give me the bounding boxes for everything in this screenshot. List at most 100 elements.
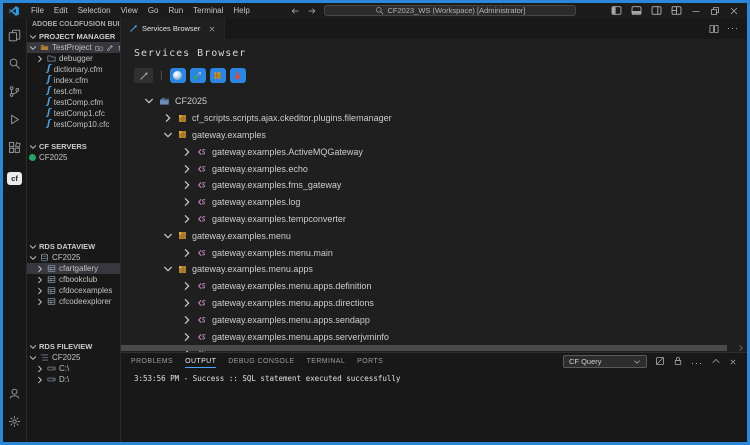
chevron-right-icon[interactable] (36, 365, 44, 373)
chevron-right-icon[interactable] (36, 55, 44, 63)
horizontal-scrollbar[interactable] (121, 344, 747, 352)
chevron-right-icon[interactable] (36, 376, 44, 384)
tree-item-gateway-examples-tempconverter[interactable]: gateway.examples.tempconverter (134, 211, 747, 228)
sidebar-item-testcomp10-cfc[interactable]: ʃtestComp10.cfc (27, 119, 120, 130)
sidebar-item-cf2025[interactable]: CF2025 (27, 252, 120, 263)
menu-view[interactable]: View (116, 6, 143, 15)
activity-run-and-debug[interactable] (3, 108, 26, 136)
chevron-right-icon[interactable] (182, 197, 192, 207)
chevron-right-icon[interactable] (36, 298, 44, 306)
chevron-right-icon[interactable] (163, 113, 173, 123)
chevron-right-icon[interactable] (182, 147, 192, 157)
close-icon[interactable] (729, 6, 739, 16)
sidebar-item-cf2025[interactable]: CF2025 (27, 152, 120, 163)
maximize-panel-icon[interactable] (711, 353, 721, 371)
tree-item-gateway-examples-menu-apps-sendapp[interactable]: gateway.examples.menu.apps.sendapp (134, 311, 747, 328)
section-header-rds-dataview[interactable]: RDS DATAVIEW (27, 241, 120, 252)
activity-search[interactable] (3, 52, 26, 80)
chevron-right-icon[interactable] (182, 315, 192, 325)
clear-output-icon[interactable] (655, 353, 665, 371)
tree-item-gateway-examples-fms-gateway[interactable]: gateway.examples.fms_gateway (134, 177, 747, 194)
chevron-down-icon[interactable] (163, 231, 173, 241)
tree-item-cf2025[interactable]: CF2025 (134, 93, 747, 110)
command-center[interactable]: CF2023_WS (Workspace) [Administrator] (324, 5, 576, 16)
panel-tab-debug-console[interactable]: DEBUG CONSOLE (228, 355, 294, 368)
chevron-down-icon[interactable] (29, 354, 37, 362)
chevron-down-icon[interactable] (163, 264, 173, 274)
split-editor-icon[interactable] (709, 24, 719, 34)
tab-services-browser[interactable]: Services Browser (121, 18, 225, 39)
chevron-down-icon[interactable] (29, 343, 37, 351)
chevron-down-icon[interactable] (29, 254, 37, 262)
chevron-right-icon[interactable] (182, 248, 192, 258)
tree-item-gateway-examples-menu-main[interactable]: gateway.examples.menu.main (134, 244, 747, 261)
activity-extensions[interactable] (3, 136, 26, 164)
tree-item-gateway-examples-activemqgateway[interactable]: gateway.examples.ActiveMQGateway (134, 143, 747, 160)
magic-wand-button[interactable] (134, 68, 153, 83)
sidebar-item-debugger[interactable]: debugger (27, 53, 120, 64)
tree-item-gateway-examples-menu-apps-definition[interactable]: gateway.examples.menu.apps.definition (134, 278, 747, 295)
activity-settings[interactable] (3, 410, 26, 438)
customize-layout-icon[interactable] (671, 5, 682, 16)
chevron-right-icon[interactable] (182, 281, 192, 291)
tree-item-gateway-examples-menu-apps-serverjvminfo[interactable]: gateway.examples.menu.apps.serverjvminfo (134, 328, 747, 345)
sidebar-item-cfcodeexplorer[interactable]: cfcodeexplorer (27, 296, 120, 307)
activity-source-control[interactable] (3, 80, 26, 108)
menu-terminal[interactable]: Terminal (188, 6, 228, 15)
tree-item-gateway-examples-menu-apps-directions[interactable]: gateway.examples.menu.apps.directions (134, 295, 747, 312)
tree-item-gateway-examples-log[interactable]: gateway.examples.log (134, 194, 747, 211)
panel-tab-output[interactable]: OUTPUT (185, 355, 216, 368)
sidebar-item-testproject[interactable]: TestProject (27, 42, 120, 53)
scroll-right-icon[interactable] (737, 344, 745, 352)
activity-accounts[interactable] (3, 382, 26, 410)
activity-coldfusion[interactable]: cf (3, 164, 26, 192)
activity-explorer[interactable] (3, 24, 26, 52)
panel-tab-problems[interactable]: PROBLEMS (131, 355, 173, 368)
section-header-rds-fileview[interactable]: RDS FILEVIEW (27, 341, 120, 352)
chevron-right-icon[interactable] (182, 298, 192, 308)
chevron-right-icon[interactable] (36, 265, 44, 273)
chevron-down-icon[interactable] (29, 44, 37, 52)
tree-item-gateway-examples-menu[interactable]: gateway.examples.menu (134, 227, 747, 244)
scrollbar-thumb[interactable] (121, 345, 727, 351)
more-actions-icon[interactable]: ··· (691, 353, 703, 371)
chevron-right-icon[interactable] (182, 180, 192, 190)
chevron-right-icon[interactable] (182, 332, 192, 342)
sidebar-item-index-cfm[interactable]: ʃindex.cfm (27, 75, 120, 86)
section-header-cf-servers[interactable]: CF SERVERS (27, 141, 120, 152)
sidebar-item-cfdocexamples[interactable]: cfdocexamples (27, 285, 120, 296)
tree-item-gateway-examples-menu-apps[interactable]: gateway.examples.menu.apps (134, 261, 747, 278)
chevron-right-icon[interactable] (36, 276, 44, 284)
tree-item-gateway-examples[interactable]: gateway.examples (134, 127, 747, 144)
panel-tab-ports[interactable]: PORTS (357, 355, 383, 368)
chevron-down-icon[interactable] (29, 33, 37, 41)
chevron-right-icon[interactable] (182, 164, 192, 174)
layout-sidebar-right-icon[interactable] (651, 5, 662, 16)
sidebar-item-c[interactable]: C:\ (27, 363, 120, 374)
red-service-button[interactable] (230, 68, 246, 83)
sidebar-item-cf2025[interactable]: CF2025 (27, 352, 120, 363)
sidebar-item-cfartgallery[interactable]: cfartgallery (27, 263, 120, 274)
chevron-down-icon[interactable] (29, 143, 37, 151)
trash-button[interactable] (117, 44, 120, 52)
new-folder-button[interactable] (95, 44, 103, 52)
sidebar-item-testcomp-cfm[interactable]: ʃtestComp.cfm (27, 97, 120, 108)
editor-more-actions-icon[interactable]: ··· (727, 24, 739, 33)
panel-tab-terminal[interactable]: TERMINAL (307, 355, 346, 368)
output-channel-select[interactable]: CF Query (563, 355, 647, 368)
sidebar-item-testcomp1-cfc[interactable]: ʃtestComp1.cfc (27, 108, 120, 119)
menu-run[interactable]: Run (163, 6, 188, 15)
sphere-service-button[interactable] (170, 68, 186, 83)
chevron-down-icon[interactable] (163, 130, 173, 140)
sidebar-item-cfbookclub[interactable]: cfbookclub (27, 274, 120, 285)
chevron-right-icon[interactable] (182, 214, 192, 224)
section-header-project-manager[interactable]: PROJECT MANAGER (27, 31, 120, 42)
restore-icon[interactable] (710, 6, 720, 16)
sidebar-item-d[interactable]: D:\ (27, 374, 120, 385)
menu-file[interactable]: File (26, 6, 49, 15)
nav-back-icon[interactable] (290, 6, 300, 16)
nav-forward-icon[interactable] (307, 6, 317, 16)
sidebar-item-dictionary-cfm[interactable]: ʃdictionary.cfm (27, 64, 120, 75)
close-panel-icon[interactable] (729, 353, 737, 371)
edit-button[interactable] (106, 44, 114, 52)
